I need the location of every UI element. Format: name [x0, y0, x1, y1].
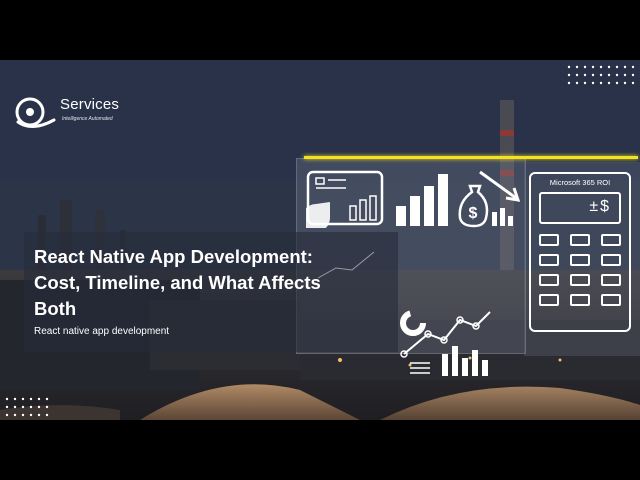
- logo-wordmark: Services: [60, 96, 120, 113]
- logo-tagline: Intelligence Automated: [62, 116, 113, 122]
- calculator-key: [570, 254, 590, 266]
- calculator-label: Microsoft 365 ROI: [549, 178, 611, 187]
- calculator-key: [539, 294, 559, 306]
- decorative-dots-bottom-left: [5, 397, 49, 417]
- calculator-key: [601, 254, 621, 266]
- video-frame: Services Intelligence Automated $ Micros…: [0, 0, 640, 480]
- money-bag-decline-icon: $: [458, 170, 521, 228]
- calculator-symbol: ±$: [589, 198, 611, 215]
- calculator-icon: Microsoft 365 ROI ±$: [529, 172, 631, 332]
- calculator-key: [601, 294, 621, 306]
- logo-mark-icon: [15, 97, 56, 128]
- calculator-key: [601, 234, 621, 246]
- calculator-key: [539, 234, 559, 246]
- svg-text:$: $: [469, 205, 478, 222]
- accent-line: [304, 156, 638, 159]
- calculator-key: [570, 294, 590, 306]
- page-subtitle: React native app development: [34, 326, 170, 337]
- list-lines-icon: [410, 362, 430, 374]
- page-title: React Native App Development: Cost, Time…: [34, 246, 321, 319]
- brand-logo: Services Intelligence Automated: [12, 96, 122, 132]
- bar-chart-small-icon: [442, 346, 488, 376]
- bar-chart-icon: [396, 174, 448, 226]
- calculator-key: [539, 254, 559, 266]
- calculator-key: [601, 274, 621, 286]
- calculator-key: [539, 274, 559, 286]
- calculator-key: [570, 234, 590, 246]
- dashboard-icon: [306, 170, 384, 228]
- calculator-key: [570, 274, 590, 286]
- decorative-dots-top-right: [567, 65, 635, 85]
- thumbnail-scene: Services Intelligence Automated $ Micros…: [0, 60, 640, 420]
- calculator-screen: ±$: [539, 192, 621, 224]
